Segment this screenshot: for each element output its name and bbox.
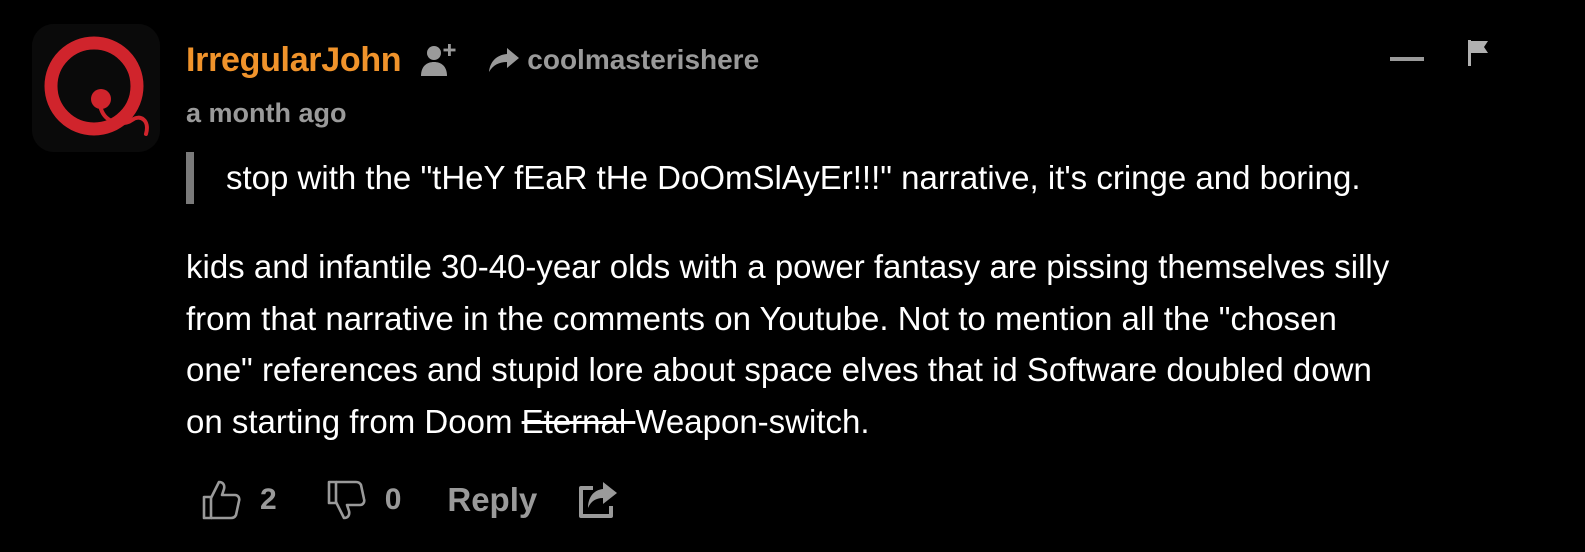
reply-to-link[interactable]: coolmasterishere xyxy=(487,44,759,76)
upvote-count: 2 xyxy=(260,483,277,516)
blockquote: stop with the "tHeY fEaR tHe DoOmSlAyEr!… xyxy=(186,152,1361,204)
add-user-icon[interactable] xyxy=(419,40,459,80)
thumbs-up-icon xyxy=(202,480,241,520)
q-logo-icon xyxy=(32,24,160,152)
reply-arrow-icon xyxy=(489,48,520,72)
author-name[interactable]: IrregularJohn xyxy=(186,41,402,80)
body-text-segment: Weapon-switch. xyxy=(635,402,870,440)
comment-header: IrregularJohn coolmasterishere xyxy=(186,36,759,84)
quote-text: stop with the "tHeY fEaR tHe DoOmSlAyEr!… xyxy=(226,159,1361,196)
thumbs-down-icon xyxy=(327,480,366,520)
reply-to-username: coolmasterishere xyxy=(527,44,760,75)
reply-button[interactable]: Reply xyxy=(447,481,537,519)
comment-body: kids and infantile 30-40-year olds with … xyxy=(186,241,1556,447)
body-line: on starting from Doom Eternal Weapon-swi… xyxy=(186,396,1556,448)
body-line: kids and infantile 30-40-year olds with … xyxy=(186,248,1390,285)
flag-icon[interactable] xyxy=(1464,38,1492,68)
body-line: one" references and stupid lore about sp… xyxy=(186,351,1372,388)
downvote-button[interactable]: 0 xyxy=(325,479,402,521)
body-text-segment: on starting from Doom xyxy=(186,402,522,440)
comment-actions: 2 0 Reply xyxy=(200,470,619,530)
strikethrough-text: Eternal xyxy=(521,402,636,440)
comment-timestamp[interactable]: a month ago xyxy=(186,98,347,129)
quote-bar xyxy=(186,152,194,204)
avatar[interactable] xyxy=(32,24,160,152)
minus-icon[interactable] xyxy=(1390,52,1424,66)
upvote-button[interactable]: 2 xyxy=(200,479,277,521)
body-line: from that narrative in the comments on Y… xyxy=(186,299,1337,337)
downvote-count: 0 xyxy=(384,483,402,516)
share-icon[interactable] xyxy=(577,480,619,520)
